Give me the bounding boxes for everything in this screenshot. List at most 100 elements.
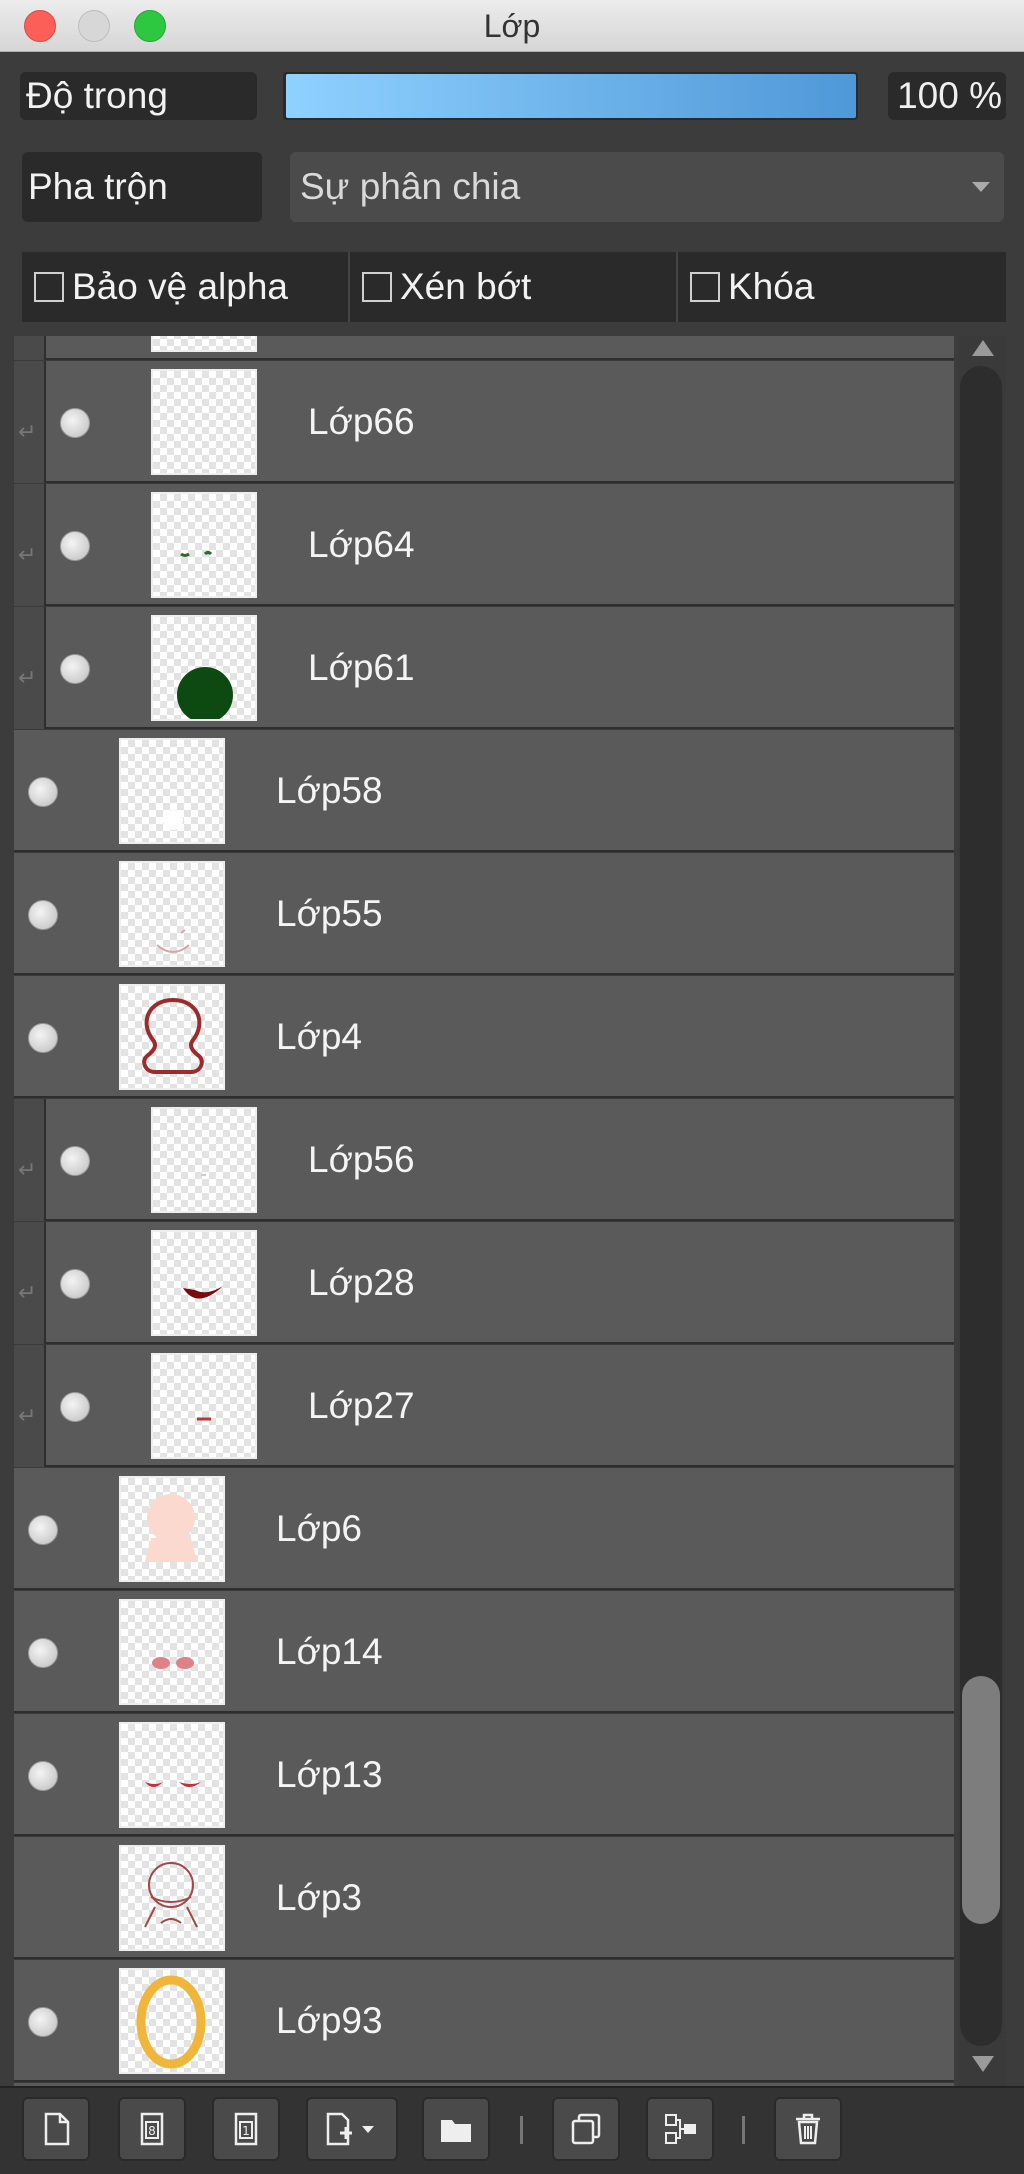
folder-icon — [441, 2120, 471, 2142]
new-8bit-layer-icon: 8 — [140, 2112, 164, 2146]
layer-name: Lớp58 — [276, 770, 383, 811]
layer-name: Lớp4 — [276, 1016, 362, 1057]
layer-options-bar: Bảo vệ alpha Xén bớt Khóa — [22, 252, 1006, 322]
visibility-toggle-icon[interactable] — [28, 1638, 58, 1668]
clipping-indicator: ↵ — [14, 1345, 46, 1467]
layer-thumbnail — [151, 492, 257, 598]
layer-row[interactable]: Lớp13 — [14, 1714, 954, 1836]
blend-mode-select[interactable]: Sự phân chia — [290, 152, 1004, 222]
layer-row[interactable]: Lớp4 — [14, 976, 954, 1098]
visibility-toggle-icon[interactable] — [60, 1269, 90, 1299]
visibility-toggle-icon[interactable] — [60, 654, 90, 684]
layer-thumbnail — [151, 1353, 257, 1459]
merge-down-button[interactable] — [646, 2097, 714, 2161]
scrollbar-thumb[interactable] — [962, 1676, 1000, 1924]
visibility-toggle-icon[interactable] — [28, 900, 58, 930]
checkbox-icon[interactable] — [362, 272, 392, 302]
layer-thumbnail — [151, 1107, 257, 1213]
add-layer-dropdown-icon — [326, 2112, 374, 2146]
layer-thumbnail — [119, 861, 225, 967]
duplicate-layer-button[interactable] — [552, 2097, 620, 2161]
layer-row[interactable]: ↵ Lớp28 — [14, 1222, 954, 1344]
blend-mode-value: Sự phân chia — [300, 166, 521, 207]
layer-name: Lớp3 — [276, 1877, 362, 1918]
layer-row[interactable]: Lớp58 — [14, 730, 954, 852]
layer-name: Lớp64 — [308, 524, 415, 565]
lock-checkbox[interactable]: Khóa — [678, 252, 1006, 322]
visibility-toggle-icon[interactable] — [28, 2007, 58, 2037]
clip-arrow-icon: ↵ — [18, 665, 37, 690]
toolbar-separator — [742, 2116, 745, 2144]
add-layer-dropdown-button[interactable] — [306, 2097, 398, 2161]
visibility-toggle-icon[interactable] — [28, 1761, 58, 1791]
layer-thumbnail — [151, 615, 257, 721]
layer-thumbnail — [119, 984, 225, 1090]
trash-icon — [796, 2113, 820, 2145]
layer-row[interactable]: Lớp14 — [14, 1591, 954, 1713]
layer-row[interactable]: Lớp93 — [14, 1960, 954, 2082]
new-folder-button[interactable] — [422, 2097, 490, 2161]
clipping-indicator: ↵ — [14, 336, 46, 360]
visibility-toggle-icon[interactable] — [60, 531, 90, 561]
layer-row[interactable]: ↵ Lớp27 — [14, 1345, 954, 1467]
visibility-toggle-icon[interactable] — [60, 1146, 90, 1176]
window-title: Lớp — [483, 8, 541, 44]
visibility-toggle-icon[interactable] — [60, 408, 90, 438]
layer-list[interactable]: ↵↵Lớp66↵Lớp64↵Lớp61Lớp58Lớp55Lớp4↵Lớp56↵… — [14, 336, 954, 2086]
new-layer-icon — [44, 2112, 70, 2146]
new-layer-button[interactable] — [22, 2097, 90, 2161]
clip-arrow-icon: ↵ — [18, 1157, 37, 1182]
checkbox-icon[interactable] — [34, 272, 64, 302]
opacity-value[interactable]: 100 % — [888, 72, 1006, 120]
clipping-indicator: ↵ — [14, 1099, 46, 1221]
clip-arrow-icon: ↵ — [18, 1403, 37, 1428]
new-8bit-layer-button[interactable]: 8 — [118, 2097, 186, 2161]
clipping-indicator: ↵ — [14, 1222, 46, 1344]
duplicate-layer-icon — [571, 2113, 601, 2145]
clipping-indicator: ↵ — [14, 607, 46, 729]
checkbox-icon[interactable] — [690, 272, 720, 302]
lock-label: Khóa — [728, 266, 815, 307]
toolbar-separator — [520, 2116, 523, 2144]
layer-row[interactable]: ↵ — [14, 336, 954, 360]
layer-row[interactable]: Lớp55 — [14, 853, 954, 975]
visibility-toggle-icon[interactable] — [28, 1023, 58, 1053]
layer-thumbnail — [119, 1476, 225, 1582]
visibility-toggle-icon[interactable] — [28, 1515, 58, 1545]
opacity-label: Độ trong — [20, 72, 257, 120]
layer-row[interactable]: ↵ Lớp61 — [14, 607, 954, 729]
layer-name: Lớp27 — [308, 1385, 415, 1426]
delete-layer-button[interactable] — [774, 2097, 842, 2161]
layer-thumbnail — [151, 336, 257, 352]
layer-name: Lớp13 — [276, 1754, 383, 1795]
layer-row[interactable]: Lớp6 — [14, 1468, 954, 1590]
new-1bit-layer-icon: 1 — [234, 2112, 258, 2146]
clipping-indicator: ↵ — [14, 361, 46, 483]
blend-mode-label: Pha trộn — [22, 152, 262, 222]
layer-name: Lớp56 — [308, 1139, 415, 1180]
scroll-down-arrow-icon[interactable] — [972, 2056, 994, 2072]
layer-thumbnail — [119, 1722, 225, 1828]
layer-row[interactable]: ↵ Lớp66 — [14, 361, 954, 483]
new-1bit-layer-button[interactable]: 1 — [212, 2097, 280, 2161]
visibility-toggle-icon[interactable] — [28, 777, 58, 807]
layer-name: Lớp28 — [308, 1262, 415, 1303]
protect-alpha-checkbox[interactable]: Bảo vệ alpha — [22, 252, 350, 322]
svg-text:8: 8 — [148, 2124, 156, 2138]
layer-thumbnail — [119, 1599, 225, 1705]
merge-down-icon — [665, 2114, 696, 2144]
layer-row[interactable]: Lớp3 — [14, 1837, 954, 1959]
clipping-checkbox[interactable]: Xén bớt — [350, 252, 678, 322]
layer-name: Lớp14 — [276, 1631, 383, 1672]
opacity-slider-fill[interactable] — [286, 74, 856, 118]
layer-row[interactable]: ↵ Lớp64 — [14, 484, 954, 606]
layer-thumbnail — [151, 369, 257, 475]
clip-arrow-icon: ↵ — [18, 542, 37, 567]
clip-arrow-icon: ↵ — [18, 419, 37, 444]
visibility-toggle-icon[interactable] — [60, 1392, 90, 1422]
clipping-label: Xén bớt — [400, 266, 532, 307]
protect-alpha-label: Bảo vệ alpha — [72, 266, 289, 307]
clipping-indicator: ↵ — [14, 484, 46, 606]
layer-row[interactable]: ↵ Lớp56 — [14, 1099, 954, 1221]
scroll-up-arrow-icon[interactable] — [972, 340, 994, 356]
